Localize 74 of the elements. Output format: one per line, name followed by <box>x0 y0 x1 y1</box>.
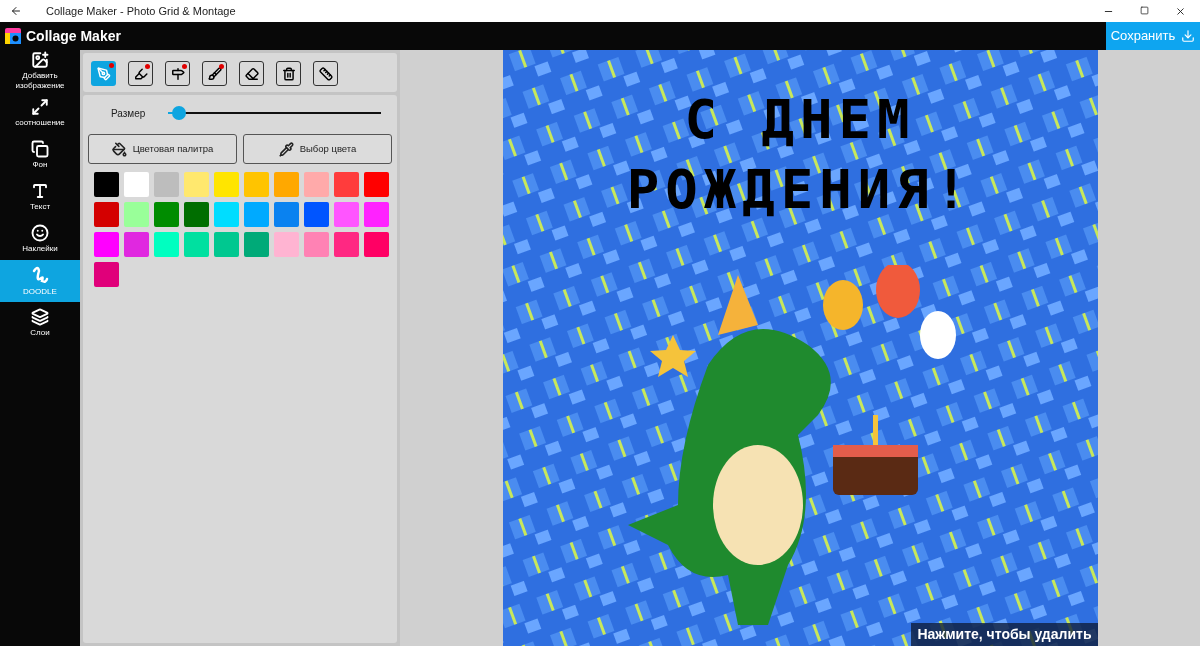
sidebar-item[interactable]: Добавить изображение <box>0 50 80 92</box>
size-label: Размер <box>111 106 147 121</box>
color-swatch[interactable] <box>94 262 119 287</box>
color-swatch[interactable] <box>124 172 149 197</box>
color-swatch[interactable] <box>304 202 329 227</box>
color-swatch[interactable] <box>94 172 119 197</box>
tap-to-delete-hint: Нажмите, чтобы удалить <box>911 623 1098 646</box>
pen-icon <box>96 66 111 81</box>
color-swatch[interactable] <box>274 232 299 257</box>
sidebar-item[interactable]: Фон <box>0 134 80 176</box>
color-swatch[interactable] <box>334 232 359 257</box>
color-swatch[interactable] <box>124 232 149 257</box>
color-swatch[interactable] <box>214 202 239 227</box>
squiggle-icon <box>30 265 50 285</box>
smiley-icon <box>31 224 49 242</box>
color-swatch[interactable] <box>94 232 119 257</box>
status-dot-badge <box>145 64 150 69</box>
add-image-icon <box>31 51 49 69</box>
color-swatch[interactable] <box>244 232 269 257</box>
palette-button[interactable]: Цветовая палитра <box>88 134 237 164</box>
sidebar-item[interactable]: Текст <box>0 176 80 218</box>
status-dot-badge <box>109 63 114 68</box>
close-icon[interactable] <box>1175 5 1186 17</box>
slider-thumb[interactable] <box>171 106 186 120</box>
tool-button[interactable] <box>165 61 190 86</box>
color-swatch[interactable] <box>154 172 179 197</box>
maximize-icon[interactable] <box>1140 5 1149 15</box>
color-swatch[interactable] <box>94 202 119 227</box>
color-swatch[interactable] <box>334 172 359 197</box>
color-swatch[interactable] <box>184 232 209 257</box>
color-swatch[interactable] <box>214 172 239 197</box>
tool-button[interactable] <box>313 61 338 86</box>
sidebar-item[interactable]: соотношение <box>0 92 80 134</box>
color-swatch[interactable] <box>154 202 179 227</box>
app-title: Collage Maker <box>26 26 121 46</box>
color-swatch[interactable] <box>334 202 359 227</box>
status-dot-badge <box>219 64 224 69</box>
marker-icon <box>133 66 148 81</box>
app-logo-icon <box>5 28 21 44</box>
sidebar-item[interactable]: Наклейки <box>0 218 80 260</box>
color-swatch[interactable] <box>304 232 329 257</box>
eraser-icon <box>244 66 259 81</box>
color-swatch[interactable] <box>244 172 269 197</box>
color-swatch[interactable] <box>274 172 299 197</box>
status-dot-badge <box>182 64 187 69</box>
layers-icon <box>31 308 49 326</box>
tool-button[interactable] <box>128 61 153 86</box>
ruler-icon <box>318 66 333 81</box>
color-swatch[interactable] <box>244 202 269 227</box>
download-icon <box>1181 29 1196 43</box>
color-swatch[interactable] <box>214 232 239 257</box>
color-swatch[interactable] <box>124 202 149 227</box>
tool-button[interactable] <box>239 61 264 86</box>
color-swatch[interactable] <box>364 232 389 257</box>
palette-button[interactable]: Выбор цвета <box>243 134 392 164</box>
text-icon <box>31 182 49 200</box>
brush-icon <box>207 66 222 81</box>
back-icon[interactable] <box>10 5 22 17</box>
color-swatch[interactable] <box>274 202 299 227</box>
color-swatch[interactable] <box>364 172 389 197</box>
sidebar-item[interactable]: Слои <box>0 302 80 344</box>
resize-icon <box>31 98 49 116</box>
color-swatch[interactable] <box>184 202 209 227</box>
squares-icon <box>31 140 49 158</box>
color-swatch[interactable] <box>304 172 329 197</box>
window-title: Collage Maker - Photo Grid & Montage <box>46 3 236 19</box>
color-swatch[interactable] <box>154 232 179 257</box>
color-picker-icon <box>278 141 294 157</box>
paint-bucket-icon <box>111 141 127 157</box>
tool-button[interactable] <box>276 61 301 86</box>
color-swatch[interactable] <box>184 172 209 197</box>
tool-button[interactable] <box>202 61 227 86</box>
color-swatch[interactable] <box>364 202 389 227</box>
trash-icon <box>281 66 296 81</box>
